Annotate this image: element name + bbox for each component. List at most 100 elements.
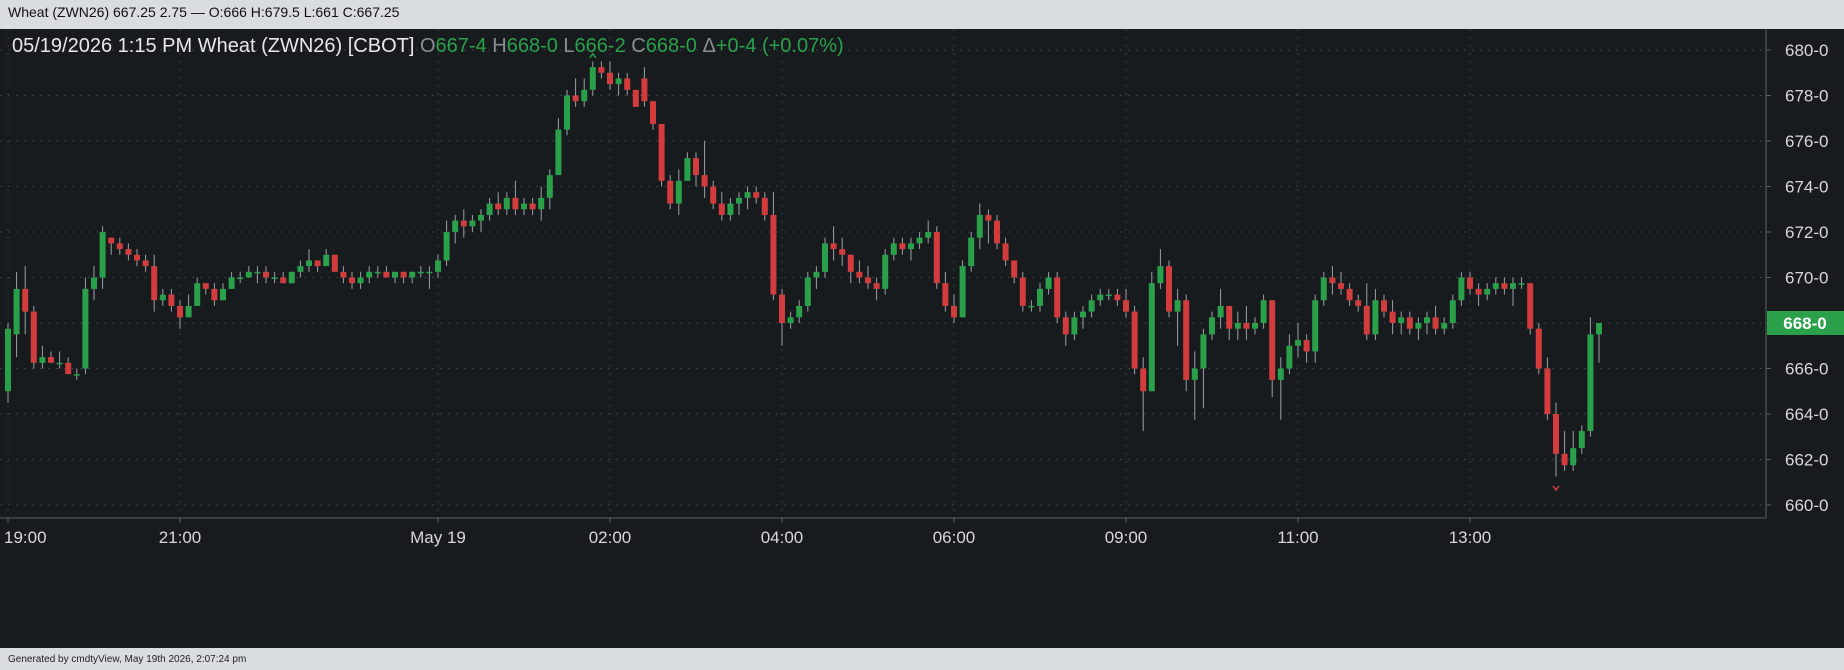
legend-low-label: L <box>563 35 575 57</box>
candle-body <box>1114 294 1121 301</box>
candle <box>1260 294 1267 329</box>
candle-body <box>1415 323 1422 329</box>
candle-body <box>1217 305 1224 318</box>
candle-body <box>503 197 510 210</box>
candle <box>1037 283 1043 312</box>
candle <box>142 254 149 272</box>
candle <box>1045 271 1052 295</box>
candle <box>1449 294 1456 329</box>
x-tick-label: 19:00 <box>4 528 47 547</box>
candle <box>1002 237 1009 267</box>
price-chart[interactable]: 680-0 678-0 676-0 674-0 672-0 670-0 668-0 666-0… <box>0 29 1844 648</box>
y-tick-label: 670-0 <box>1785 269 1828 288</box>
candle-body <box>1372 300 1379 335</box>
x-tick-label: 06:00 <box>933 528 976 547</box>
candle <box>607 61 613 90</box>
legend-open-label: O <box>419 35 436 57</box>
candle <box>1346 283 1353 306</box>
candle <box>1312 294 1319 363</box>
candle-body <box>202 283 209 289</box>
x-tick-label: 13:00 <box>1449 528 1492 547</box>
candle-body <box>228 277 235 289</box>
candle <box>1535 323 1542 375</box>
candle-body <box>340 271 347 278</box>
candle-body <box>1183 300 1190 380</box>
candle <box>1131 305 1138 375</box>
candle <box>1028 300 1035 312</box>
candle-body <box>1234 323 1241 329</box>
candle-body <box>142 260 149 267</box>
legend-change-label: Δ <box>702 35 716 57</box>
candle-body <box>108 237 115 244</box>
legend-high-value: 668-0 <box>506 35 558 57</box>
candle-body <box>813 271 820 278</box>
candle-body <box>159 294 166 301</box>
candle-body <box>1518 283 1525 285</box>
candle-body <box>211 288 218 301</box>
candle-body <box>323 254 330 267</box>
candle <box>1578 425 1585 454</box>
candle-body <box>237 277 244 279</box>
candle <box>589 61 596 96</box>
candle-body <box>460 220 467 227</box>
candle-body <box>1200 334 1207 369</box>
candle <box>1071 311 1078 341</box>
candle <box>650 101 656 130</box>
candle-body <box>280 277 287 284</box>
candle <box>1234 311 1241 341</box>
candle <box>710 180 717 210</box>
candle <box>632 89 639 107</box>
candle <box>856 260 863 284</box>
candle <box>91 266 97 301</box>
candle-body <box>693 158 699 176</box>
candle-body <box>951 305 957 318</box>
y-tick-label: 672-0 <box>1785 223 1828 242</box>
candle <box>684 152 691 181</box>
candle-body <box>822 243 828 272</box>
x-tick-label: 09:00 <box>1105 528 1148 547</box>
candle-body <box>770 214 777 295</box>
y-tick-label: 664-0 <box>1785 405 1828 424</box>
low-marker <box>1552 485 1560 492</box>
candle-body <box>1054 277 1061 318</box>
candle-body <box>564 95 570 130</box>
candle <box>1518 277 1525 289</box>
candle-body <box>942 283 949 306</box>
candle-body <box>22 288 29 312</box>
window-title: Wheat (ZWN26) 667.25 2.75 — O:666 H:679.… <box>8 4 400 20</box>
candle-body <box>1269 300 1276 380</box>
candle <box>693 152 699 187</box>
candle-body <box>1544 368 1551 414</box>
candle-body <box>271 277 278 279</box>
candle <box>1381 294 1387 318</box>
candle-body <box>400 271 407 278</box>
candle <box>976 203 983 250</box>
extreme-markers <box>589 52 1560 492</box>
candle-body <box>1441 323 1448 329</box>
candle-body <box>779 294 785 323</box>
candle-body <box>873 283 880 289</box>
candle <box>882 249 889 295</box>
candle <box>1475 283 1482 306</box>
candle <box>521 197 527 215</box>
chart-panel[interactable]: 680-0 678-0 676-0 674-0 672-0 670-0 668-0 666-0… <box>0 29 1844 648</box>
candle <box>194 277 201 306</box>
candle-body <box>1209 317 1215 335</box>
candle <box>1363 283 1370 341</box>
candle <box>417 266 424 278</box>
candle <box>1587 317 1594 437</box>
x-tick-label: 02:00 <box>589 528 632 547</box>
candle <box>99 226 106 289</box>
candle-body <box>804 277 811 306</box>
candle-body <box>1389 311 1396 323</box>
y-axis[interactable]: 680-0 678-0 676-0 674-0 672-0 670-0 668-0 666-0… <box>1766 41 1828 515</box>
candle <box>538 186 545 221</box>
candle-body <box>168 294 175 306</box>
candle-body <box>727 203 734 215</box>
candle-body <box>13 288 20 335</box>
x-axis[interactable]: 19:00 21:00 May 19 02:00 04:00 06:00 09:00 11:0… <box>4 518 1491 547</box>
candle-body <box>1243 323 1250 329</box>
candle-body <box>1295 340 1301 346</box>
candle-body <box>1406 317 1413 329</box>
candle <box>899 237 906 255</box>
